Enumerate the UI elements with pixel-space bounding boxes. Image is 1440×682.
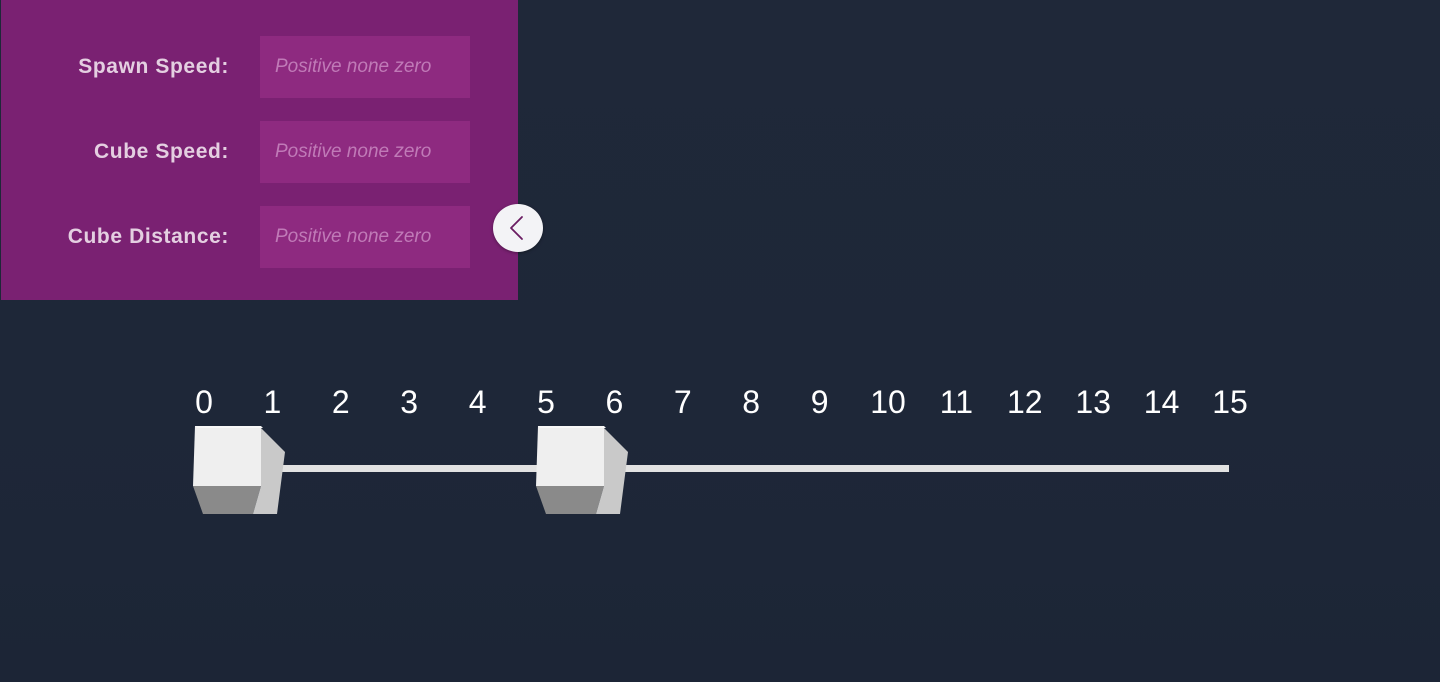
tick-label: 5: [537, 384, 555, 420]
settings-panel: Spawn Speed: Cube Speed: Cube Distance:: [1, 0, 518, 300]
tick-label: 1: [263, 384, 282, 420]
cube-distance-input[interactable]: [260, 206, 470, 268]
tick-label: 9: [810, 384, 829, 420]
collapse-panel-button[interactable]: [493, 204, 543, 252]
number-line-track: [238, 465, 1229, 472]
tick-label: 0: [195, 384, 213, 420]
tick-label: 13: [1075, 384, 1111, 420]
tick-label: 14: [1143, 384, 1180, 420]
cube-distance-label: Cube Distance:: [67, 225, 229, 248]
cube: [534, 424, 630, 516]
cube-speed-row: Cube Speed:: [1, 121, 518, 183]
tick-label: 6: [605, 384, 624, 420]
chevron-left-icon: [510, 216, 523, 240]
tick-label: 2: [331, 384, 350, 420]
tick-label: 3: [400, 384, 419, 420]
tick-label: 15: [1212, 384, 1248, 420]
cube-speed-label: Cube Speed:: [94, 140, 229, 163]
number-line-ticks: 0 1 2 3 4 5 6 7 8 9 10 11 12 13 14 15: [0, 380, 1440, 424]
spawn-speed-input[interactable]: [260, 36, 470, 98]
tick-label: 8: [742, 384, 761, 420]
game-scene: Spawn Speed: Cube Speed: Cube Distance: …: [0, 0, 1440, 682]
spawn-speed-row: Spawn Speed:: [1, 36, 518, 98]
tick-label: 10: [870, 384, 906, 420]
cube-speed-input[interactable]: [260, 121, 470, 183]
cube: [191, 424, 287, 516]
tick-label: 12: [1007, 384, 1043, 420]
tick-label: 4: [468, 384, 487, 420]
tick-label: 7: [673, 384, 692, 420]
cube-distance-row: Cube Distance:: [1, 206, 518, 268]
tick-label: 11: [939, 384, 973, 420]
spawn-speed-label: Spawn Speed:: [78, 55, 229, 78]
